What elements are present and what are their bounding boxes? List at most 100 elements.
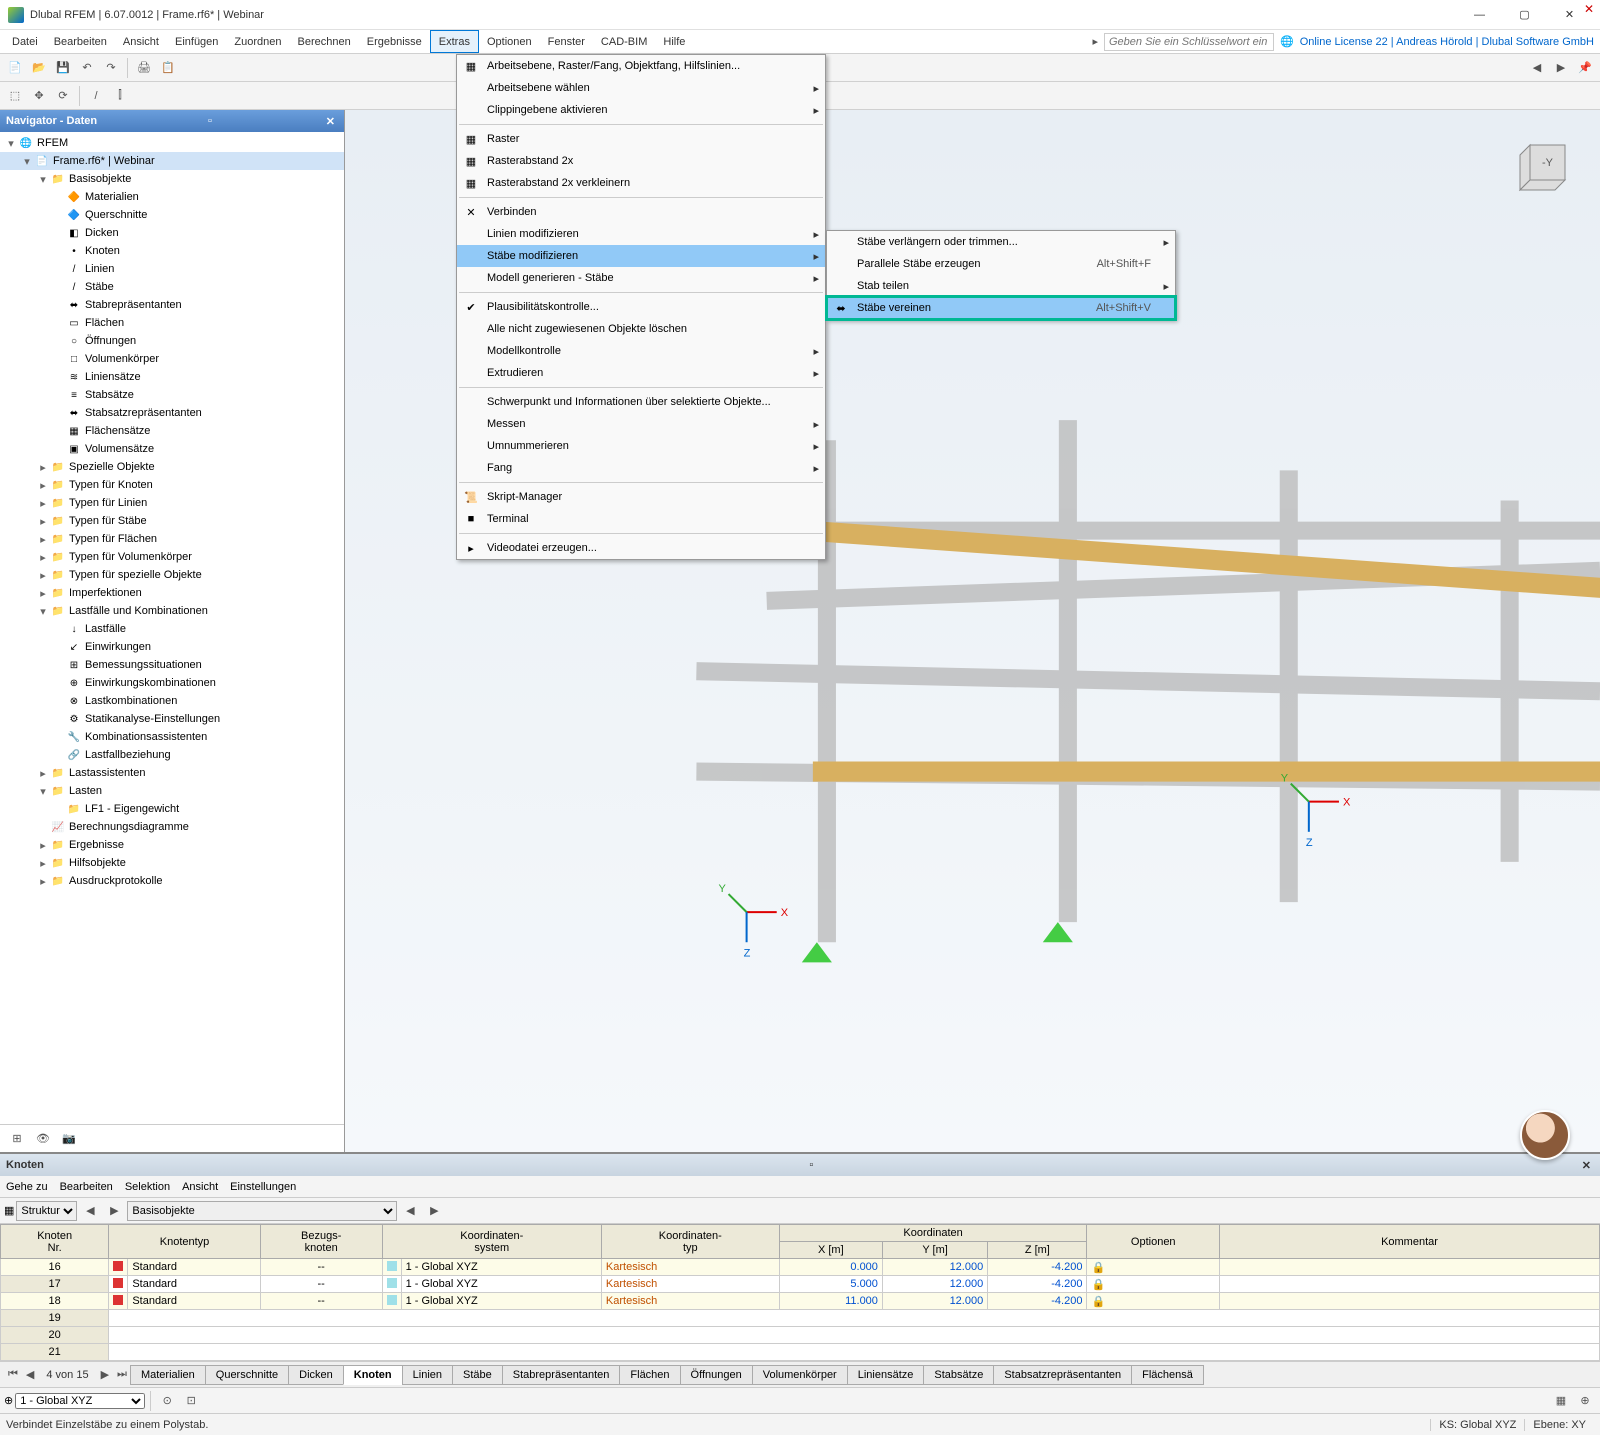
tree-node[interactable]: ⊕Einwirkungskombinationen (0, 674, 344, 692)
tab-flächensä[interactable]: Flächensä (1131, 1365, 1204, 1385)
tree-node[interactable]: □Volumenkörper (0, 350, 344, 368)
menu-item[interactable]: 📜Skript-Manager (457, 486, 825, 508)
new-icon[interactable]: 📄 (4, 57, 26, 79)
help-icon[interactable]: ▸ (1092, 35, 1098, 48)
pin-icon[interactable]: 📌 (1574, 57, 1596, 79)
close-panel-icon[interactable]: ✕ (1584, 2, 1594, 16)
menu-item[interactable]: ▸Videodatei erzeugen... (457, 537, 825, 559)
structure-select[interactable]: Struktur (16, 1201, 77, 1221)
table-menu-item[interactable]: Gehe zu (6, 1181, 48, 1193)
prev-tab-icon[interactable]: ◀ (22, 1368, 38, 1381)
menu-ergebnisse[interactable]: Ergebnisse (359, 30, 430, 53)
menu-einfügen[interactable]: Einfügen (167, 30, 226, 53)
menu-bearbeiten[interactable]: Bearbeiten (46, 30, 115, 53)
tree-node[interactable]: ▾🌐RFEM (0, 134, 344, 152)
minimize-button[interactable]: — (1457, 1, 1502, 29)
prev2-icon[interactable]: ◀ (399, 1200, 421, 1222)
extras-menu[interactable]: ▦Arbeitsebene, Raster/Fang, Objektfang, … (456, 54, 826, 560)
tree-node[interactable]: ▸📁Typen für Linien (0, 494, 344, 512)
next-icon[interactable]: ▶ (103, 1200, 125, 1222)
eye-icon[interactable]: 👁 (32, 1128, 54, 1150)
tree-node[interactable]: 🔗Lastfallbeziehung (0, 746, 344, 764)
menu-item[interactable]: Stäbe modifizieren▸ (457, 245, 825, 267)
member-tool-icon[interactable]: ⫿ (109, 85, 131, 107)
menu-extras[interactable]: Extras (430, 30, 479, 53)
tree-node[interactable]: ▾📁Lasten (0, 782, 344, 800)
tree-node[interactable]: ▸📁Imperfektionen (0, 584, 344, 602)
tree-expand-icon[interactable]: ⊞ (6, 1128, 28, 1150)
tab-stabrepräsentanten[interactable]: Stabrepräsentanten (502, 1365, 621, 1385)
rotate-icon[interactable]: ⟳ (52, 85, 74, 107)
tab-stabsatzrepräsentanten[interactable]: Stabsatzrepräsentanten (993, 1365, 1132, 1385)
tree-node[interactable]: ▸📁Ergebnisse (0, 836, 344, 854)
tree-node[interactable]: /Linien (0, 260, 344, 278)
tab-querschnitte[interactable]: Querschnitte (205, 1365, 289, 1385)
tab-volumenkörper[interactable]: Volumenkörper (752, 1365, 848, 1385)
tab-öffnungen[interactable]: Öffnungen (680, 1365, 753, 1385)
menu-zuordnen[interactable]: Zuordnen (226, 30, 289, 53)
table-menu-item[interactable]: Ansicht (182, 1181, 218, 1193)
tree-node[interactable]: ▸📁Ausdruckprotokolle (0, 872, 344, 890)
navigator-tree[interactable]: ▾🌐RFEM▾📄Frame.rf6* | Webinar▾📁Basisobjek… (0, 132, 344, 1124)
menu-item[interactable]: Extrudieren▸ (457, 362, 825, 384)
tab-flächen[interactable]: Flächen (619, 1365, 680, 1385)
menu-item[interactable]: ▦Arbeitsebene, Raster/Fang, Objektfang, … (457, 55, 825, 77)
menu-fenster[interactable]: Fenster (540, 30, 593, 53)
menu-item[interactable]: Stäbe verlängern oder trimmen...▸ (827, 231, 1175, 253)
tab-linien[interactable]: Linien (402, 1365, 453, 1385)
tree-node[interactable]: ▣Volumensätze (0, 440, 344, 458)
snap1-icon[interactable]: ⊙ (156, 1390, 178, 1412)
tree-node[interactable]: ▸📁Spezielle Objekte (0, 458, 344, 476)
navigator-pin-icon[interactable]: ▫ (205, 115, 215, 127)
tree-node[interactable]: ▾📄Frame.rf6* | Webinar (0, 152, 344, 170)
coord-system-select[interactable]: 1 - Global XYZ (15, 1393, 145, 1409)
tree-node[interactable]: ▸📁Typen für Knoten (0, 476, 344, 494)
prev-icon[interactable]: ◀ (79, 1200, 101, 1222)
menu-item[interactable]: Alle nicht zugewiesenen Objekte löschen (457, 318, 825, 340)
license-info[interactable]: Online License 22 | Andreas Hörold | Dlu… (1300, 36, 1594, 48)
menu-ansicht[interactable]: Ansicht (115, 30, 167, 53)
tree-node[interactable]: ⬌Stabsatzrepräsentanten (0, 404, 344, 422)
table-close-icon[interactable]: ✕ (1579, 1159, 1594, 1172)
menu-item[interactable]: Fang▸ (457, 457, 825, 479)
tree-node[interactable]: ≡Stabsätze (0, 386, 344, 404)
tab-knoten[interactable]: Knoten (343, 1365, 403, 1385)
camera-icon[interactable]: 📷 (58, 1128, 80, 1150)
menu-item[interactable]: Schwerpunkt und Informationen über selek… (457, 391, 825, 413)
redo-icon[interactable]: ↷ (100, 57, 122, 79)
nav-next-icon[interactable]: ▶ (1550, 57, 1572, 79)
support-avatar[interactable] (1520, 1110, 1570, 1160)
tree-node[interactable]: ▸📁Typen für Volumenkörper (0, 548, 344, 566)
menu-item[interactable]: Linien modifizieren▸ (457, 223, 825, 245)
tree-node[interactable]: 📈Berechnungsdiagramme (0, 818, 344, 836)
menu-item[interactable]: Umnummerieren▸ (457, 435, 825, 457)
print-icon[interactable]: 🖨 (133, 57, 155, 79)
tree-node[interactable]: 🔧Kombinationsassistenten (0, 728, 344, 746)
move-icon[interactable]: ✥ (28, 85, 50, 107)
last-tab-icon[interactable]: ⏭ (113, 1368, 131, 1381)
menu-item[interactable]: Clippingebene aktivieren▸ (457, 99, 825, 121)
tree-node[interactable]: ▸📁Typen für spezielle Objekte (0, 566, 344, 584)
table-pin-icon[interactable]: ▫ (806, 1159, 816, 1171)
menu-item[interactable]: ⬌Stäbe vereinenAlt+Shift+V (827, 297, 1175, 319)
navigator-close-icon[interactable]: ✕ (323, 115, 338, 128)
tree-node[interactable]: ▸📁Typen für Stäbe (0, 512, 344, 530)
tree-node[interactable]: ⊗Lastkombinationen (0, 692, 344, 710)
tree-node[interactable]: /Stäbe (0, 278, 344, 296)
keyword-search[interactable] (1104, 33, 1274, 51)
grid-icon[interactable]: ▦ (1550, 1390, 1572, 1412)
save-icon[interactable]: 💾 (52, 57, 74, 79)
menu-item[interactable]: ■Terminal (457, 508, 825, 530)
menu-item[interactable]: Parallele Stäbe erzeugenAlt+Shift+F (827, 253, 1175, 275)
menu-item[interactable]: ▦Raster (457, 128, 825, 150)
table-menu-item[interactable]: Bearbeiten (60, 1181, 113, 1193)
tree-node[interactable]: ▸📁Typen für Flächen (0, 530, 344, 548)
menu-berechnen[interactable]: Berechnen (290, 30, 359, 53)
osnap-icon[interactable]: ⊕ (1574, 1390, 1596, 1412)
menu-optionen[interactable]: Optionen (479, 30, 540, 53)
first-tab-icon[interactable]: ⏮ (4, 1368, 22, 1381)
tree-node[interactable]: 🔷Querschnitte (0, 206, 344, 224)
tree-node[interactable]: ◧Dicken (0, 224, 344, 242)
nav-prev-icon[interactable]: ◀ (1526, 57, 1548, 79)
tree-node[interactable]: ▾📁Lastfälle und Kombinationen (0, 602, 344, 620)
